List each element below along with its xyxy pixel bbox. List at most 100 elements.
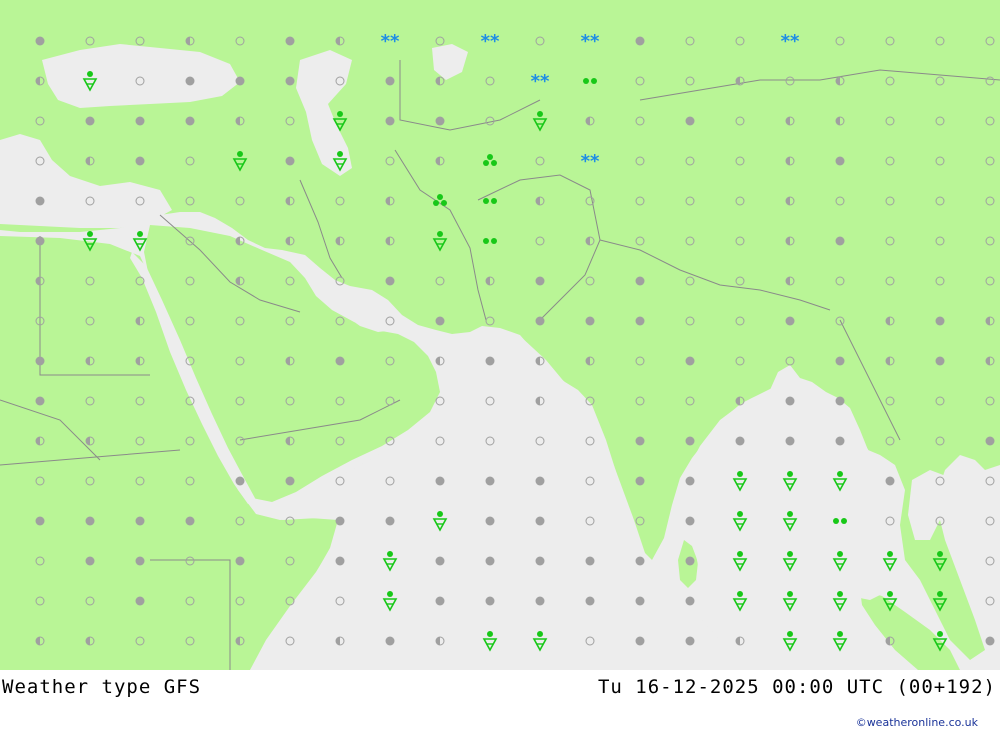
overcast-cloud-icon: [35, 516, 45, 526]
rain-shower-icon: [132, 231, 148, 252]
overcast-cloud-icon: [35, 396, 45, 406]
overcast-cloud-icon: [685, 476, 695, 486]
overcast-cloud-icon: [685, 116, 695, 126]
snow-icon: **: [531, 71, 550, 92]
overcast-cloud-icon: [285, 156, 295, 166]
overcast-cloud-icon: [285, 476, 295, 486]
overcast-cloud-icon: [435, 556, 445, 566]
overcast-cloud-icon: [585, 556, 595, 566]
snow-icon: **: [381, 31, 400, 52]
overcast-cloud-icon: [435, 596, 445, 606]
overcast-cloud-icon: [185, 76, 195, 86]
overcast-cloud-icon: [135, 156, 145, 166]
overcast-cloud-icon: [535, 316, 545, 326]
rain-shower-icon: [782, 631, 798, 652]
overcast-cloud-icon: [335, 516, 345, 526]
overcast-cloud-icon: [485, 476, 495, 486]
overcast-cloud-icon: [585, 596, 595, 606]
overcast-cloud-icon: [735, 436, 745, 446]
overcast-cloud-icon: [335, 356, 345, 366]
overcast-cloud-icon: [385, 116, 395, 126]
snow-icon: **: [781, 31, 800, 52]
rain-shower-icon: [832, 631, 848, 652]
overcast-cloud-icon: [935, 316, 945, 326]
overcast-cloud-icon: [635, 556, 645, 566]
overcast-cloud-icon: [785, 436, 795, 446]
overcast-cloud-icon: [985, 636, 995, 646]
overcast-cloud-icon: [635, 316, 645, 326]
overcast-cloud-icon: [285, 76, 295, 86]
snow-icon: **: [581, 151, 600, 172]
credit-link[interactable]: ©weatheronline.co.uk: [856, 716, 978, 729]
clear-sky-icon: [985, 556, 995, 566]
overcast-cloud-icon: [535, 276, 545, 286]
svg-text:**: **: [531, 71, 550, 92]
partly-cloudy-icon: [235, 236, 245, 246]
overcast-cloud-icon: [535, 476, 545, 486]
overcast-cloud-icon: [835, 236, 845, 246]
overcast-cloud-icon: [535, 596, 545, 606]
overcast-cloud-icon: [435, 116, 445, 126]
overcast-cloud-icon: [35, 36, 45, 46]
overcast-cloud-icon: [985, 436, 995, 446]
overcast-cloud-icon: [635, 636, 645, 646]
overcast-cloud-icon: [835, 156, 845, 166]
overcast-cloud-icon: [585, 316, 595, 326]
overcast-cloud-icon: [235, 556, 245, 566]
svg-text:**: **: [581, 151, 600, 172]
overcast-cloud-icon: [385, 636, 395, 646]
overcast-cloud-icon: [35, 356, 45, 366]
overcast-cloud-icon: [135, 516, 145, 526]
weather-map[interactable]: ** ** ** ** ** **: [0, 0, 1000, 670]
overcast-cloud-icon: [535, 556, 545, 566]
overcast-cloud-icon: [835, 356, 845, 366]
overcast-cloud-icon: [235, 476, 245, 486]
valid-time: Tu 16-12-2025 00:00 UTC (00+192): [597, 676, 996, 698]
overcast-cloud-icon: [85, 116, 95, 126]
overcast-cloud-icon: [35, 236, 45, 246]
overcast-cloud-icon: [635, 596, 645, 606]
overcast-cloud-icon: [685, 516, 695, 526]
snow-icon: **: [581, 31, 600, 52]
svg-text:**: **: [481, 31, 500, 52]
map-canvas: ** ** ** ** ** **: [0, 0, 1000, 670]
svg-text:**: **: [781, 31, 800, 52]
overcast-cloud-icon: [435, 476, 445, 486]
overcast-cloud-icon: [835, 436, 845, 446]
overcast-cloud-icon: [285, 36, 295, 46]
overcast-cloud-icon: [635, 476, 645, 486]
overcast-cloud-icon: [485, 556, 495, 566]
overcast-cloud-icon: [485, 596, 495, 606]
overcast-cloud-icon: [535, 516, 545, 526]
clear-sky-icon: [985, 516, 995, 526]
overcast-cloud-icon: [435, 316, 445, 326]
overcast-cloud-icon: [135, 556, 145, 566]
overcast-cloud-icon: [385, 276, 395, 286]
overcast-cloud-icon: [185, 116, 195, 126]
overcast-cloud-icon: [835, 396, 845, 406]
overcast-cloud-icon: [85, 516, 95, 526]
overcast-cloud-icon: [635, 36, 645, 46]
overcast-cloud-icon: [935, 356, 945, 366]
overcast-cloud-icon: [785, 316, 795, 326]
overcast-cloud-icon: [485, 356, 495, 366]
overcast-cloud-icon: [685, 596, 695, 606]
overcast-cloud-icon: [335, 556, 345, 566]
overcast-cloud-icon: [385, 76, 395, 86]
clear-sky-icon: [985, 596, 995, 606]
svg-text:**: **: [381, 31, 400, 52]
overcast-cloud-icon: [785, 396, 795, 406]
overcast-cloud-icon: [85, 556, 95, 566]
overcast-cloud-icon: [185, 516, 195, 526]
overcast-cloud-icon: [135, 116, 145, 126]
snow-icon: **: [481, 31, 500, 52]
clear-sky-icon: [985, 476, 995, 486]
overcast-cloud-icon: [685, 636, 695, 646]
overcast-cloud-icon: [685, 356, 695, 366]
overcast-cloud-icon: [235, 76, 245, 86]
svg-text:**: **: [581, 31, 600, 52]
overcast-cloud-icon: [35, 196, 45, 206]
overcast-cloud-icon: [685, 556, 695, 566]
overcast-cloud-icon: [635, 436, 645, 446]
overcast-cloud-icon: [385, 516, 395, 526]
